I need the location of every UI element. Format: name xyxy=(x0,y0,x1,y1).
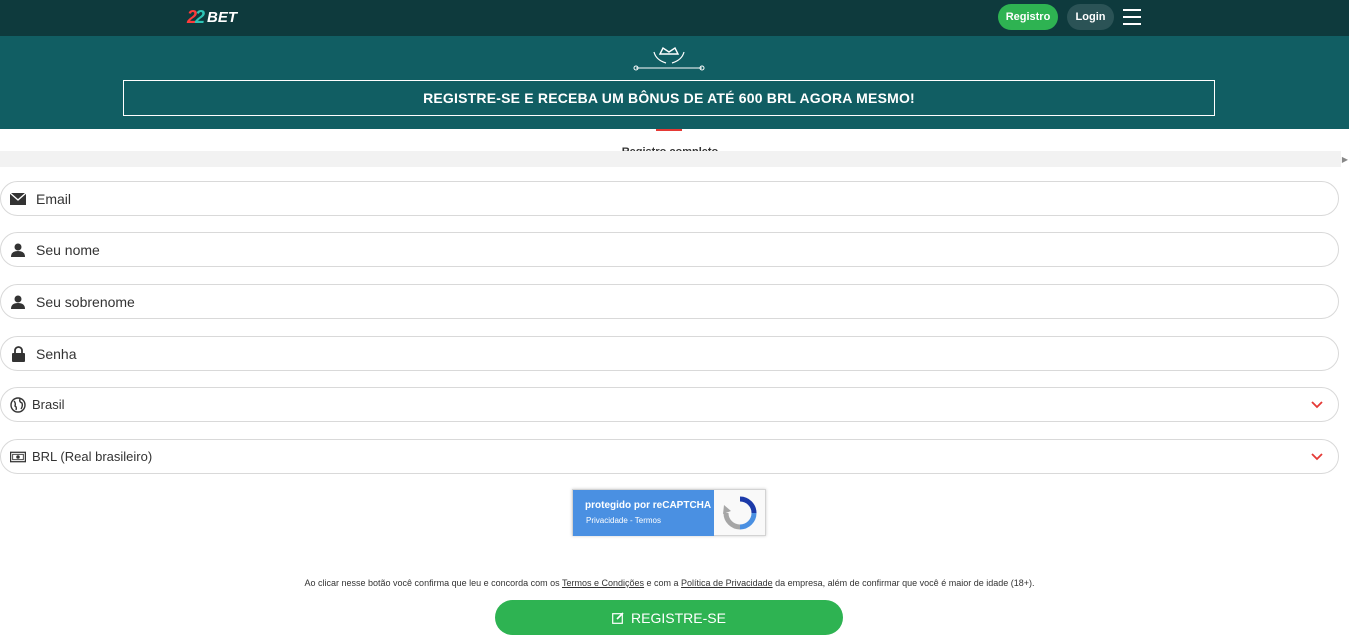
logo[interactable]: 22 BET xyxy=(187,5,237,29)
last-name-input[interactable] xyxy=(36,293,1236,310)
chevron-down-icon xyxy=(1311,453,1323,461)
scroll-right-icon[interactable]: ▶ xyxy=(1341,151,1349,167)
chevron-down-icon xyxy=(1311,401,1323,409)
logo-text: BET xyxy=(207,8,238,26)
edit-icon xyxy=(612,611,624,624)
banknote-icon xyxy=(10,449,26,465)
globe-icon xyxy=(10,396,26,413)
password-field[interactable] xyxy=(0,336,1339,371)
lock-icon xyxy=(10,345,26,362)
tab-full-registration[interactable]: Registro completo xyxy=(600,143,740,151)
recaptcha-panel: protegido por reCAPTCHA Privacidade - Te… xyxy=(573,490,714,536)
currency-select[interactable]: BRL (Real brasileiro) xyxy=(0,439,1339,474)
recaptcha-logo-icon xyxy=(723,496,757,530)
recaptcha-text: protegido por reCAPTCHA xyxy=(585,500,712,511)
privacy-link[interactable]: Política de Privacidade xyxy=(681,578,773,588)
email-field[interactable] xyxy=(0,181,1339,216)
bonus-headline: REGISTRE-SE E RECEBA UM BÔNUS DE ATÉ 600… xyxy=(123,80,1215,116)
registration-tabs: Registro completo xyxy=(0,129,1349,151)
first-name-field[interactable] xyxy=(0,232,1339,267)
register-submit-button[interactable]: REGISTRE-SE xyxy=(495,600,843,635)
submit-label: REGISTRE-SE xyxy=(631,609,726,626)
hamburger-icon[interactable] xyxy=(1123,9,1141,25)
recaptcha-badge[interactable]: protegido por reCAPTCHA Privacidade - Te… xyxy=(572,489,766,536)
user-icon xyxy=(10,294,26,310)
country-value: Brasil xyxy=(32,397,65,412)
top-navbar: 22 BET Registro Login xyxy=(0,0,1349,36)
logo-mark: 22 xyxy=(187,6,205,27)
terms-link[interactable]: Termos e Condições xyxy=(562,578,644,588)
tabs-scroll-track xyxy=(0,151,1341,167)
email-input[interactable] xyxy=(36,190,1236,207)
active-tab-indicator xyxy=(656,129,682,131)
promo-banner: REGISTRE-SE E RECEBA UM BÔNUS DE ATÉ 600… xyxy=(0,36,1349,129)
last-name-field[interactable] xyxy=(0,284,1339,319)
envelope-icon xyxy=(10,191,26,207)
password-input[interactable] xyxy=(36,345,1236,362)
register-button[interactable]: Registro xyxy=(998,4,1058,30)
country-select[interactable]: Brasil xyxy=(0,387,1339,422)
terms-notice: Ao clicar nesse botão você confirma que … xyxy=(304,578,1035,588)
first-name-input[interactable] xyxy=(36,241,1236,258)
crown-laurel-icon xyxy=(633,46,705,71)
user-icon xyxy=(10,242,26,258)
recaptcha-links[interactable]: Privacidade - Termos xyxy=(586,516,661,525)
login-button[interactable]: Login xyxy=(1067,4,1114,30)
currency-value: BRL (Real brasileiro) xyxy=(32,449,153,464)
